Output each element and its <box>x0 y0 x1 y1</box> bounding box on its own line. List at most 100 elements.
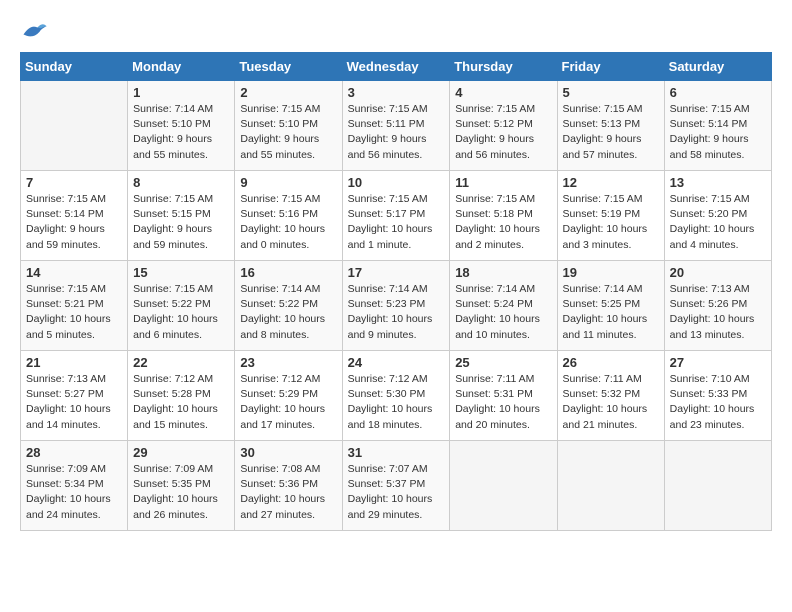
calendar-cell: 28 Sunrise: 7:09 AM Sunset: 5:34 PM Dayli… <box>21 441 128 531</box>
day-number: 2 <box>240 85 336 100</box>
day-info: Sunrise: 7:15 AM Sunset: 5:13 PM Dayligh… <box>563 102 659 163</box>
page-header <box>20 20 772 42</box>
day-number: 14 <box>26 265 122 280</box>
day-number: 16 <box>240 265 336 280</box>
calendar-week-row: 7 Sunrise: 7:15 AM Sunset: 5:14 PM Daylig… <box>21 171 772 261</box>
calendar-header-row: SundayMondayTuesdayWednesdayThursdayFrid… <box>21 53 772 81</box>
day-info: Sunrise: 7:15 AM Sunset: 5:20 PM Dayligh… <box>670 192 766 253</box>
day-number: 20 <box>670 265 766 280</box>
day-info: Sunrise: 7:08 AM Sunset: 5:36 PM Dayligh… <box>240 462 336 523</box>
calendar-cell <box>21 81 128 171</box>
calendar-cell: 10 Sunrise: 7:15 AM Sunset: 5:17 PM Dayli… <box>342 171 450 261</box>
day-number: 31 <box>348 445 445 460</box>
day-number: 23 <box>240 355 336 370</box>
calendar-cell: 1 Sunrise: 7:14 AM Sunset: 5:10 PM Daylig… <box>128 81 235 171</box>
day-number: 15 <box>133 265 229 280</box>
day-info: Sunrise: 7:15 AM Sunset: 5:16 PM Dayligh… <box>240 192 336 253</box>
day-number: 24 <box>348 355 445 370</box>
calendar-week-row: 14 Sunrise: 7:15 AM Sunset: 5:21 PM Dayli… <box>21 261 772 351</box>
day-info: Sunrise: 7:13 AM Sunset: 5:27 PM Dayligh… <box>26 372 122 433</box>
calendar-cell: 19 Sunrise: 7:14 AM Sunset: 5:25 PM Dayli… <box>557 261 664 351</box>
calendar-week-row: 21 Sunrise: 7:13 AM Sunset: 5:27 PM Dayli… <box>21 351 772 441</box>
day-info: Sunrise: 7:15 AM Sunset: 5:19 PM Dayligh… <box>563 192 659 253</box>
calendar-cell: 31 Sunrise: 7:07 AM Sunset: 5:37 PM Dayli… <box>342 441 450 531</box>
calendar-cell: 4Sunrise: 7:15 AM Sunset: 5:12 PM Daylig… <box>450 81 557 171</box>
calendar-cell: 27Sunrise: 7:10 AM Sunset: 5:33 PM Dayli… <box>664 351 771 441</box>
calendar-cell: 17 Sunrise: 7:14 AM Sunset: 5:23 PM Dayli… <box>342 261 450 351</box>
calendar-cell: 22 Sunrise: 7:12 AM Sunset: 5:28 PM Dayli… <box>128 351 235 441</box>
day-number: 7 <box>26 175 122 190</box>
calendar-cell <box>450 441 557 531</box>
day-info: Sunrise: 7:15 AM Sunset: 5:12 PM Dayligh… <box>455 102 551 163</box>
day-number: 26 <box>563 355 659 370</box>
day-number: 5 <box>563 85 659 100</box>
calendar-cell: 11 Sunrise: 7:15 AM Sunset: 5:18 PM Dayli… <box>450 171 557 261</box>
calendar-cell: 3 Sunrise: 7:15 AM Sunset: 5:11 PM Daylig… <box>342 81 450 171</box>
day-number: 9 <box>240 175 336 190</box>
weekday-header-wednesday: Wednesday <box>342 53 450 81</box>
day-number: 11 <box>455 175 551 190</box>
day-info: Sunrise: 7:12 AM Sunset: 5:29 PM Dayligh… <box>240 372 336 433</box>
calendar-cell: 2 Sunrise: 7:15 AM Sunset: 5:10 PM Daylig… <box>235 81 342 171</box>
day-info: Sunrise: 7:14 AM Sunset: 5:22 PM Dayligh… <box>240 282 336 343</box>
day-info: Sunrise: 7:11 AM Sunset: 5:32 PM Dayligh… <box>563 372 659 433</box>
logo-bird-icon <box>20 20 48 42</box>
day-info: Sunrise: 7:15 AM Sunset: 5:18 PM Dayligh… <box>455 192 551 253</box>
day-number: 3 <box>348 85 445 100</box>
day-info: Sunrise: 7:14 AM Sunset: 5:10 PM Dayligh… <box>133 102 229 163</box>
calendar-cell: 16 Sunrise: 7:14 AM Sunset: 5:22 PM Dayli… <box>235 261 342 351</box>
day-info: Sunrise: 7:15 AM Sunset: 5:11 PM Dayligh… <box>348 102 445 163</box>
calendar-cell: 29 Sunrise: 7:09 AM Sunset: 5:35 PM Dayli… <box>128 441 235 531</box>
calendar-cell: 24 Sunrise: 7:12 AM Sunset: 5:30 PM Dayli… <box>342 351 450 441</box>
weekday-header-friday: Friday <box>557 53 664 81</box>
day-info: Sunrise: 7:07 AM Sunset: 5:37 PM Dayligh… <box>348 462 445 523</box>
calendar-cell: 15 Sunrise: 7:15 AM Sunset: 5:22 PM Dayli… <box>128 261 235 351</box>
calendar-cell: 18Sunrise: 7:14 AM Sunset: 5:24 PM Dayli… <box>450 261 557 351</box>
calendar-cell: 7 Sunrise: 7:15 AM Sunset: 5:14 PM Daylig… <box>21 171 128 261</box>
day-info: Sunrise: 7:15 AM Sunset: 5:21 PM Dayligh… <box>26 282 122 343</box>
weekday-header-saturday: Saturday <box>664 53 771 81</box>
calendar-cell: 8Sunrise: 7:15 AM Sunset: 5:15 PM Daylig… <box>128 171 235 261</box>
day-info: Sunrise: 7:15 AM Sunset: 5:15 PM Dayligh… <box>133 192 229 253</box>
day-info: Sunrise: 7:15 AM Sunset: 5:22 PM Dayligh… <box>133 282 229 343</box>
calendar-cell: 30 Sunrise: 7:08 AM Sunset: 5:36 PM Dayli… <box>235 441 342 531</box>
calendar-cell: 6Sunrise: 7:15 AM Sunset: 5:14 PM Daylig… <box>664 81 771 171</box>
day-number: 25 <box>455 355 551 370</box>
day-info: Sunrise: 7:12 AM Sunset: 5:28 PM Dayligh… <box>133 372 229 433</box>
calendar-cell <box>664 441 771 531</box>
day-info: Sunrise: 7:14 AM Sunset: 5:24 PM Dayligh… <box>455 282 551 343</box>
day-number: 19 <box>563 265 659 280</box>
day-number: 30 <box>240 445 336 460</box>
calendar-cell: 20 Sunrise: 7:13 AM Sunset: 5:26 PM Dayli… <box>664 261 771 351</box>
weekday-header-monday: Monday <box>128 53 235 81</box>
day-number: 28 <box>26 445 122 460</box>
calendar-cell <box>557 441 664 531</box>
day-number: 17 <box>348 265 445 280</box>
day-info: Sunrise: 7:09 AM Sunset: 5:34 PM Dayligh… <box>26 462 122 523</box>
day-number: 29 <box>133 445 229 460</box>
day-number: 12 <box>563 175 659 190</box>
day-number: 10 <box>348 175 445 190</box>
day-number: 21 <box>26 355 122 370</box>
weekday-header-thursday: Thursday <box>450 53 557 81</box>
day-number: 6 <box>670 85 766 100</box>
day-info: Sunrise: 7:14 AM Sunset: 5:25 PM Dayligh… <box>563 282 659 343</box>
day-info: Sunrise: 7:15 AM Sunset: 5:10 PM Dayligh… <box>240 102 336 163</box>
weekday-header-tuesday: Tuesday <box>235 53 342 81</box>
weekday-header-sunday: Sunday <box>21 53 128 81</box>
day-number: 22 <box>133 355 229 370</box>
day-info: Sunrise: 7:13 AM Sunset: 5:26 PM Dayligh… <box>670 282 766 343</box>
logo <box>20 20 52 42</box>
calendar-table: SundayMondayTuesdayWednesdayThursdayFrid… <box>20 52 772 531</box>
day-info: Sunrise: 7:14 AM Sunset: 5:23 PM Dayligh… <box>348 282 445 343</box>
calendar-cell: 5 Sunrise: 7:15 AM Sunset: 5:13 PM Daylig… <box>557 81 664 171</box>
day-number: 1 <box>133 85 229 100</box>
day-info: Sunrise: 7:12 AM Sunset: 5:30 PM Dayligh… <box>348 372 445 433</box>
day-info: Sunrise: 7:15 AM Sunset: 5:14 PM Dayligh… <box>26 192 122 253</box>
calendar-cell: 21 Sunrise: 7:13 AM Sunset: 5:27 PM Dayli… <box>21 351 128 441</box>
day-number: 27 <box>670 355 766 370</box>
day-info: Sunrise: 7:15 AM Sunset: 5:17 PM Dayligh… <box>348 192 445 253</box>
calendar-cell: 25Sunrise: 7:11 AM Sunset: 5:31 PM Dayli… <box>450 351 557 441</box>
day-info: Sunrise: 7:09 AM Sunset: 5:35 PM Dayligh… <box>133 462 229 523</box>
calendar-cell: 23 Sunrise: 7:12 AM Sunset: 5:29 PM Dayli… <box>235 351 342 441</box>
